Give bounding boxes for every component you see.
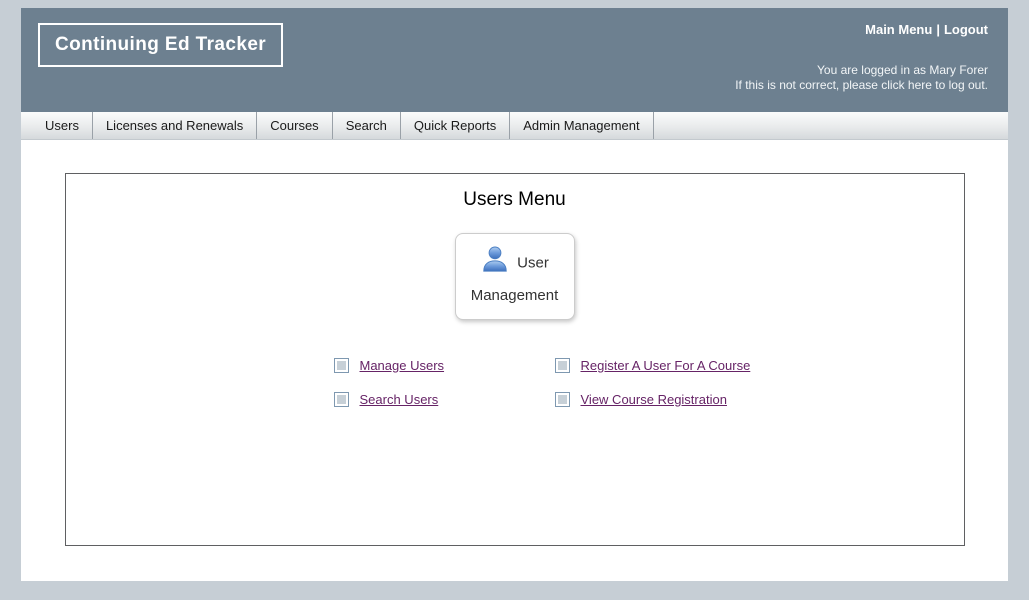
link-separator: | (936, 22, 940, 37)
user-management-card-content: User Management (468, 244, 562, 309)
main-nav: Users Licenses and Renewals Courses Sear… (21, 112, 1008, 140)
bullet-icon (335, 393, 348, 406)
app-header: Continuing Ed Tracker Main Menu | Logout Y… (21, 8, 1008, 112)
link-search-users[interactable]: Search Users (360, 392, 439, 407)
content-area: Users Menu (21, 140, 1008, 581)
click-here-link[interactable]: click here (881, 78, 932, 92)
bullet-icon (335, 359, 348, 372)
app-title: Continuing Ed Tracker (55, 34, 266, 55)
nav-tab-search[interactable]: Search (333, 112, 401, 139)
main-menu-link[interactable]: Main Menu (865, 22, 932, 37)
nav-tab-quick-reports[interactable]: Quick Reports (401, 112, 510, 139)
header-top-links: Main Menu | Logout (735, 22, 988, 37)
menu-links: Manage Users Register A User For A Cours… (335, 358, 964, 407)
login-status-line1: You are logged in as Mary Forer (735, 63, 988, 78)
bullet-icon (556, 359, 569, 372)
menu-link-item: Register A User For A Course (556, 358, 964, 373)
login-status: You are logged in as Mary Forer If this … (735, 63, 988, 93)
app-logo: Continuing Ed Tracker (38, 23, 283, 67)
nav-tab-courses[interactable]: Courses (257, 112, 332, 139)
menu-link-item: Search Users (335, 392, 556, 407)
nav-tab-licenses-and-renewals[interactable]: Licenses and Renewals (93, 112, 257, 139)
user-management-card[interactable]: User Management (455, 233, 575, 320)
link-manage-users[interactable]: Manage Users (360, 358, 445, 373)
header-right: Main Menu | Logout You are logged in as Ma… (735, 22, 988, 112)
card-row: User Management (66, 233, 964, 320)
bullet-icon (556, 393, 569, 406)
status-prefix: If this is not correct, please (735, 78, 881, 92)
nav-tab-users[interactable]: Users (32, 112, 93, 139)
user-icon (480, 244, 510, 283)
page-container: Continuing Ed Tracker Main Menu | Logout Y… (21, 8, 1008, 581)
nav-tab-admin-management[interactable]: Admin Management (510, 112, 653, 139)
link-register-user-for-course[interactable]: Register A User For A Course (581, 358, 751, 373)
page-title: Users Menu (66, 174, 964, 211)
menu-link-item: Manage Users (335, 358, 556, 373)
logout-link[interactable]: Logout (944, 22, 988, 37)
menu-link-item: View Course Registration (556, 392, 964, 407)
users-menu-panel: Users Menu (65, 173, 965, 546)
link-view-course-registration[interactable]: View Course Registration (581, 392, 727, 407)
status-suffix: to log out. (932, 78, 988, 92)
login-status-line2: If this is not correct, please click her… (735, 78, 988, 93)
